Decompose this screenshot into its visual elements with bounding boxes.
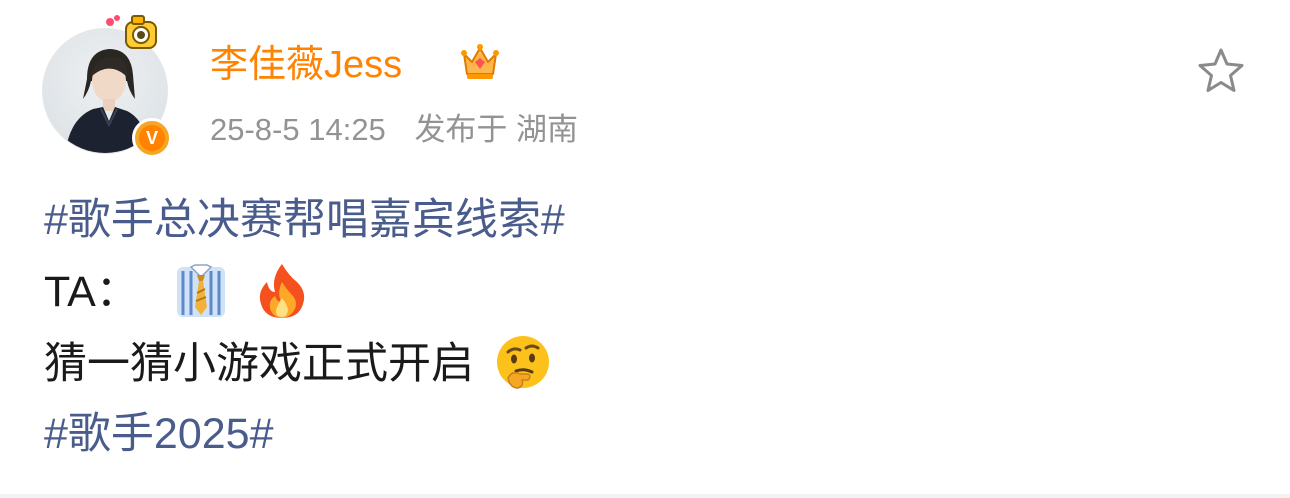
topic-hashtag-singer[interactable]: #歌手2025# <box>44 406 274 462</box>
verified-v-icon: V <box>132 118 172 158</box>
post-time: 25-8-5 14:25 <box>210 112 386 147</box>
topic-hashtag-clue[interactable]: #歌手总决赛帮唱嘉宾线索# <box>44 192 565 248</box>
star-icon[interactable] <box>1196 46 1246 96</box>
guess-text: 猜一猜小游戏正式开启 <box>44 340 474 388</box>
fire-emoji <box>255 262 309 320</box>
crown-icon[interactable] <box>458 40 502 84</box>
post-meta: 25-8-5 14:25 发布于 湖南 <box>210 110 578 150</box>
username[interactable]: 李佳薇Jess <box>210 40 402 90</box>
post-line-ta: TA： <box>44 262 309 324</box>
post-location: 发布于 湖南 <box>414 112 579 147</box>
thinking-face-emoji <box>494 334 552 392</box>
avatar-container[interactable]: V <box>42 15 172 158</box>
camera-decoration-icon <box>106 15 157 49</box>
divider <box>0 494 1290 498</box>
necktie-emoji <box>173 263 229 319</box>
weibo-post: V 李佳薇Jess 25-8-5 14:25 发布于 湖南 #歌手总决赛帮唱嘉宾… <box>0 0 1290 498</box>
ta-text: TA： <box>44 268 139 316</box>
verified-badge-label: V <box>139 125 165 151</box>
post-line-guess: 猜一猜小游戏正式开启 <box>44 334 552 396</box>
